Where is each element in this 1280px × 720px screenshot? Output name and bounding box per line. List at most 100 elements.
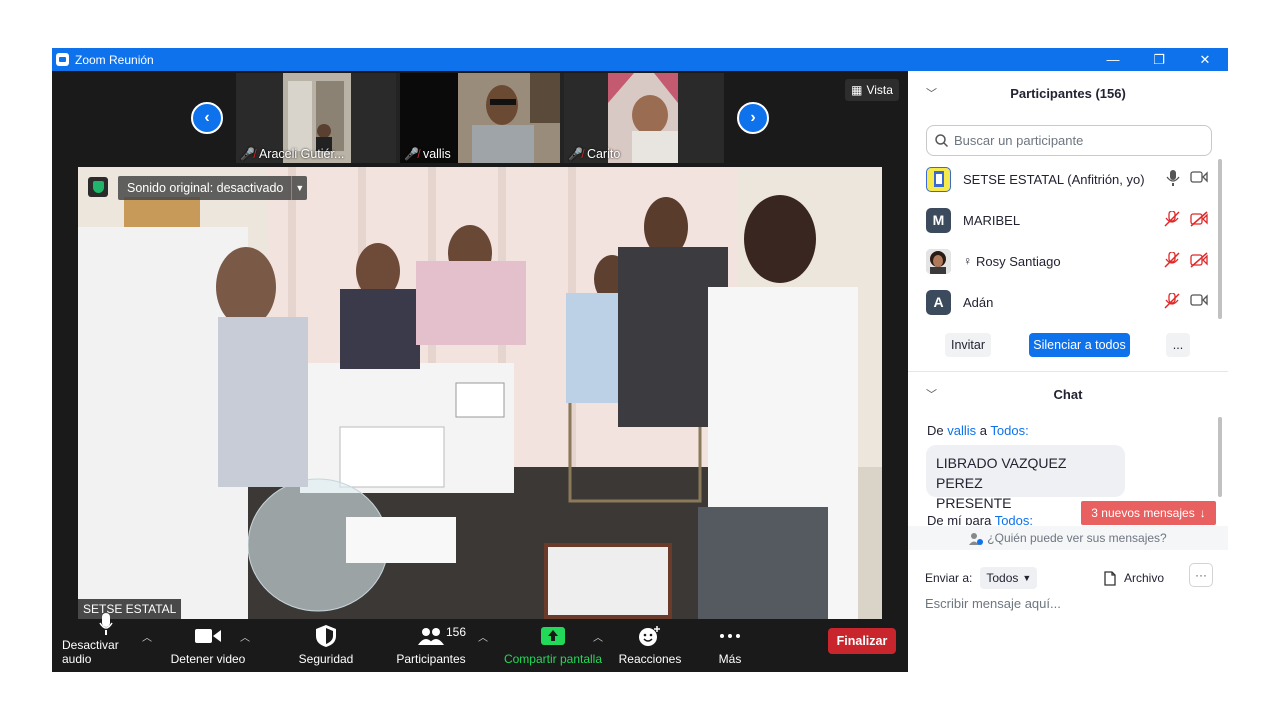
chat-from-prefix: De — [927, 423, 944, 438]
mute-all-button[interactable]: Silenciar a todos — [1029, 333, 1130, 357]
thumbnail-name: Araceli Gutiér... — [258, 147, 345, 161]
microphone-icon[interactable] — [1166, 170, 1180, 186]
chat-recipient-link[interactable]: Todos: — [995, 513, 1033, 525]
mic-muted-icon: 🎤̸ — [240, 147, 255, 161]
reactions-label: Reacciones — [618, 652, 682, 666]
participant-status-icons — [1164, 252, 1208, 268]
reactions-button[interactable]: Reacciones — [614, 619, 686, 672]
original-sound-label: Sonido original: desactivado — [127, 181, 284, 195]
video-thumbnail[interactable]: 🎤̸ Carito — [564, 73, 724, 163]
new-messages-label: 3 nuevos mensajes — [1091, 506, 1195, 520]
chat-recipient-link[interactable]: Todos: — [990, 423, 1028, 438]
video-camera-icon[interactable] — [1190, 170, 1208, 184]
participants-icon — [418, 623, 444, 649]
mute-audio-button[interactable]: Desactivar audio — [62, 613, 150, 672]
new-messages-button[interactable]: 3 nuevos mensajes ↓ — [1081, 501, 1216, 525]
mic-muted-icon: 🎤̸ — [568, 147, 583, 161]
zoom-window: Zoom Reunión — ❐ ✕ ‹ 🎤̸ Araceli Gutiér..… — [52, 48, 1228, 672]
meeting-toolbar: Desactivar audio ︿ Detener video ︿ Segur… — [52, 613, 908, 672]
window-controls: — ❐ ✕ — [1090, 48, 1228, 71]
participant-row[interactable]: ♀ Rosy Santiago — [926, 246, 1208, 276]
participants-label: Participantes — [396, 652, 466, 666]
recipient-value: Todos — [986, 571, 1019, 585]
original-sound-toggle[interactable]: Sonido original: desactivado ▼ — [118, 176, 308, 200]
microphone-muted-icon[interactable] — [1164, 211, 1180, 227]
main-video-feed — [78, 167, 882, 619]
chevron-down-icon[interactable]: ▼ — [291, 176, 307, 200]
encryption-shield-icon[interactable] — [88, 177, 108, 197]
speaker-name-tag: SETSE ESTATAL — [78, 599, 182, 619]
reactions-smiley-icon — [639, 623, 661, 649]
microphone-icon — [99, 613, 113, 635]
participants-title: Participantes (156) — [1010, 85, 1126, 101]
chat-more-button[interactable]: ··· — [1189, 563, 1213, 587]
thumbnail-name: Carito — [586, 147, 621, 161]
share-options-chevron-icon[interactable]: ︿ — [593, 629, 603, 644]
file-button[interactable]: Archivo — [1104, 567, 1164, 589]
participant-search-box[interactable]: Buscar un participante — [926, 125, 1212, 156]
chat-message-header: De vallis a Todos: — [927, 423, 1029, 438]
participant-row[interactable]: M MARIBEL — [926, 205, 1208, 235]
video-camera-off-icon[interactable] — [1190, 211, 1208, 227]
participant-name: MARIBEL — [963, 212, 1021, 228]
video-thumbnail[interactable]: 🎤̸ vallis — [400, 73, 560, 163]
chat-message-header: De mí para Todos: — [927, 513, 1033, 525]
video-camera-icon[interactable] — [1190, 293, 1208, 307]
chat-message-input[interactable] — [925, 593, 1215, 613]
participant-row[interactable]: A Adán — [926, 287, 1208, 317]
who-can-see-messages-link[interactable]: ¿Quién puede ver sus mensajes? — [908, 526, 1228, 550]
send-to-label: Enviar a: — [925, 571, 973, 585]
chat-message-bubble: LIBRADO VAZQUEZ PEREZ PRESENTE — [926, 445, 1125, 511]
more-button[interactable]: Más — [706, 619, 754, 672]
participants-options-chevron-icon[interactable]: ︿ — [478, 629, 488, 644]
gallery-prev-button[interactable]: ‹ — [191, 102, 223, 134]
microphone-muted-icon[interactable] — [1164, 293, 1180, 309]
chevron-right-icon: › — [750, 109, 756, 126]
minimize-button[interactable]: — — [1090, 48, 1136, 71]
recipient-dropdown[interactable]: Todos ▼ — [980, 567, 1038, 589]
avatar: M — [926, 207, 951, 233]
chat-header: ﹀ Chat — [908, 372, 1228, 416]
participant-name: SETSE ESTATAL (Anfitrión, yo) — [963, 171, 1145, 187]
participants-scrollbar[interactable] — [1218, 159, 1222, 319]
person-shield-icon — [969, 532, 984, 545]
chat-message-line: LIBRADO VAZQUEZ PEREZ — [936, 455, 1067, 491]
chevron-down-icon: ▼ — [1022, 573, 1032, 583]
gallery-next-button[interactable]: › — [737, 102, 769, 134]
view-label: Vista — [866, 83, 893, 97]
participant-status-icons — [1164, 293, 1208, 309]
collapse-participants-chevron-icon[interactable]: ﹀ — [926, 85, 937, 101]
avatar — [926, 166, 951, 192]
participant-name: Adán — [963, 294, 994, 310]
search-input[interactable]: Buscar un participante — [954, 133, 1083, 148]
invite-button[interactable]: Invitar — [945, 333, 991, 357]
microphone-muted-icon[interactable] — [1164, 252, 1180, 268]
thumbnail-label: 🎤̸ vallis — [404, 147, 451, 161]
chat-scrollbar[interactable] — [1218, 417, 1222, 497]
video-options-chevron-icon[interactable]: ︿ — [240, 629, 250, 644]
share-screen-button[interactable]: Compartir pantalla — [500, 619, 606, 672]
shield-icon — [316, 623, 336, 649]
participant-status-icons — [1166, 170, 1208, 186]
stop-video-label: Detener video — [170, 652, 246, 666]
collapse-chat-chevron-icon[interactable]: ﹀ — [926, 386, 937, 402]
meeting-area: ‹ 🎤̸ Araceli Gutiér... 🎤̸ vallis 🎤̸ Cari… — [52, 71, 908, 672]
close-button[interactable]: ✕ — [1182, 48, 1228, 71]
send-to-row: Enviar a: Todos ▼ — [925, 567, 1038, 589]
grid-view-icon: ▦ — [851, 83, 863, 97]
chevron-left-icon: ‹ — [204, 109, 210, 126]
end-meeting-button[interactable]: Finalizar — [828, 628, 896, 654]
chat-sender-link[interactable]: vallis — [947, 423, 976, 438]
stop-video-button[interactable]: Detener video — [168, 619, 248, 672]
avatar: A — [926, 289, 951, 315]
video-thumbnail[interactable]: 🎤̸ Araceli Gutiér... — [236, 73, 396, 163]
participant-row[interactable]: SETSE ESTATAL (Anfitrión, yo) — [926, 164, 1208, 194]
restore-button[interactable]: ❐ — [1136, 48, 1182, 71]
video-camera-off-icon[interactable] — [1190, 252, 1208, 268]
mic-muted-icon: 🎤̸ — [404, 147, 419, 161]
audio-options-chevron-icon[interactable]: ︿ — [142, 629, 152, 644]
view-button[interactable]: ▦ Vista — [845, 79, 899, 101]
participants-more-button[interactable]: ... — [1166, 333, 1190, 357]
security-button[interactable]: Seguridad — [290, 619, 362, 672]
title-bar: Zoom Reunión — ❐ ✕ — [52, 48, 1228, 71]
